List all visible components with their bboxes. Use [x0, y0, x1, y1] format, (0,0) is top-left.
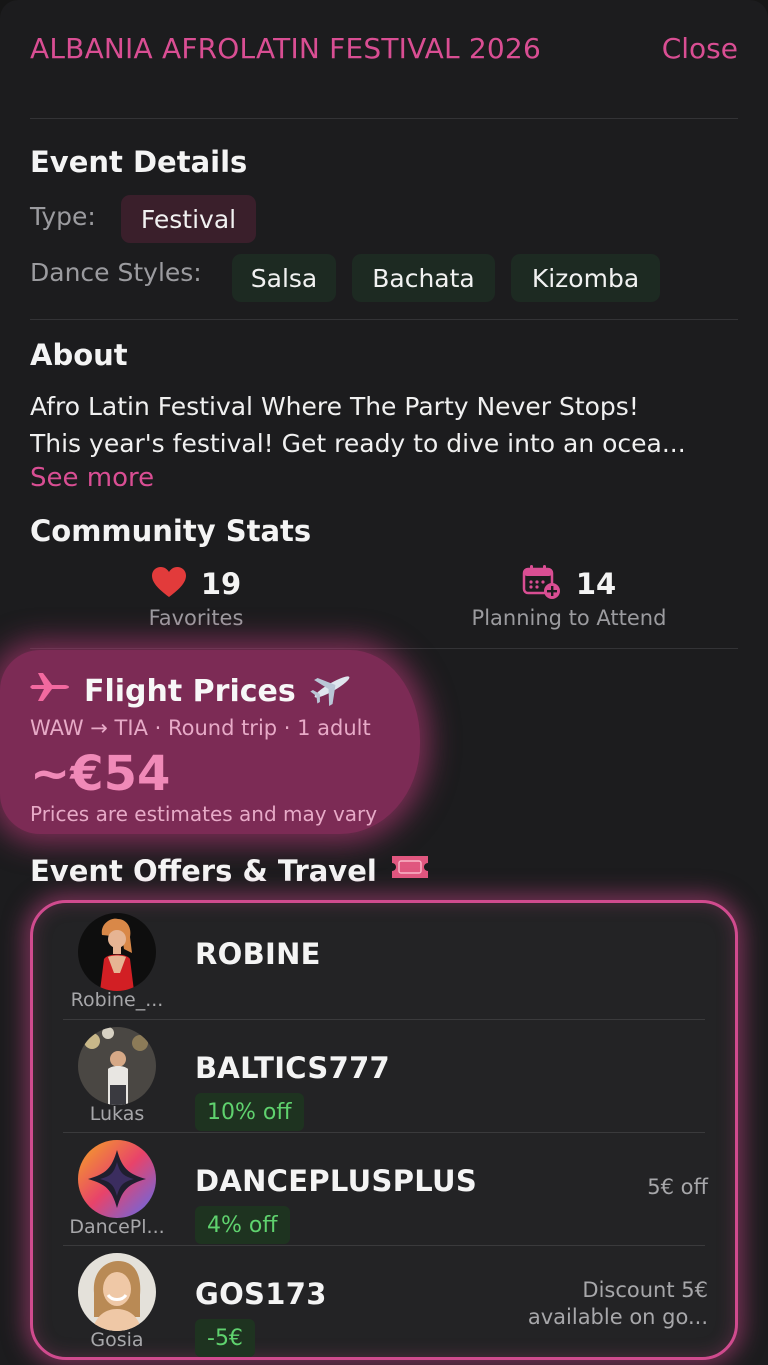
- about-line: This year's festival! Get ready to dive …: [30, 429, 686, 458]
- type-value: Festival: [140, 204, 237, 234]
- flight-title: Flight Prices: [84, 673, 296, 709]
- style-tag-salsa: Salsa: [232, 254, 336, 302]
- ticket-icon: [389, 852, 431, 889]
- heart-icon: [151, 566, 187, 602]
- divider: [63, 1132, 705, 1133]
- event-details-heading: Event Details: [30, 145, 248, 179]
- avatar-name: DancePl...: [69, 1216, 165, 1238]
- attending-count: 14: [575, 567, 617, 601]
- close-button[interactable]: Close: [662, 32, 738, 65]
- divider: [30, 648, 738, 649]
- flight-prices-heading: Flight Prices: [30, 668, 354, 714]
- favorites-stat[interactable]: 19 Favorites: [46, 566, 346, 630]
- flight-disclaimer: Prices are estimates and may vary: [30, 802, 378, 826]
- discount-badge: -5€: [195, 1319, 255, 1357]
- avatar: [78, 913, 156, 991]
- favorites-count: 19: [200, 567, 242, 601]
- offer-extra-info: 5€ off: [647, 1174, 708, 1201]
- divider: [63, 1245, 705, 1246]
- offer-code: BALTICS777: [195, 1051, 391, 1085]
- type-badge: Festival: [121, 195, 256, 243]
- see-more-link[interactable]: See more: [30, 463, 154, 493]
- type-label: Type:: [30, 202, 96, 231]
- offer-row[interactable]: DancePl... DANCEPLUSPLUS 4% off 5€ off: [33, 1134, 735, 1248]
- event-detail-sheet: ALBANIA AFROLATIN FESTIVAL 2026 Close Ev…: [0, 0, 768, 1365]
- offer-code: DANCEPLUSPLUS: [195, 1164, 478, 1198]
- event-title: ALBANIA AFROLATIN FESTIVAL 2026: [30, 31, 541, 65]
- offers-heading-label: Event Offers & Travel: [30, 853, 377, 888]
- flight-price: ~€54: [30, 746, 171, 802]
- plane-icon: [30, 671, 70, 711]
- avatar: [78, 1140, 156, 1218]
- style-tag-label: Bachata: [372, 263, 475, 293]
- offer-row[interactable]: Lukas BALTICS777 10% off: [33, 1021, 735, 1135]
- discount-badge: 10% off: [195, 1093, 304, 1131]
- avatar: [78, 1253, 156, 1331]
- header: ALBANIA AFROLATIN FESTIVAL 2026 Close: [30, 26, 738, 70]
- offer-extra-info: Discount 5€ available on go...: [528, 1277, 708, 1331]
- about-heading: About: [30, 338, 128, 372]
- offers-heading: Event Offers & Travel: [30, 852, 431, 889]
- avatar-name: Gosia: [90, 1329, 144, 1351]
- offer-row[interactable]: Robine_... ROBINE: [33, 907, 735, 1021]
- avatar-name: Robine_...: [70, 989, 164, 1011]
- calendar-add-icon: [522, 564, 562, 604]
- offer-extra-line: Discount 5€: [582, 1278, 708, 1302]
- style-tag-label: Kizomba: [531, 263, 640, 293]
- about-line: Afro Latin Festival Where The Party Neve…: [30, 392, 639, 421]
- offer-code: ROBINE: [195, 937, 321, 971]
- offer-extra-line: 5€ off: [647, 1175, 708, 1199]
- divider: [30, 319, 738, 320]
- favorites-label: Favorites: [148, 606, 244, 630]
- offers-list: Robine_... ROBINE Lukas BALTICS777 10% o…: [30, 900, 738, 1360]
- divider: [63, 1019, 705, 1020]
- flight-prices-card[interactable]: Flight Prices WAW → TIA · Round trip · 1…: [0, 650, 420, 834]
- avatar-name: Lukas: [89, 1103, 145, 1125]
- divider: [30, 118, 738, 119]
- offer-row[interactable]: Gosia GOS173 -5€ Discount 5€ available o…: [33, 1247, 735, 1357]
- style-tag-bachata: Bachata: [352, 254, 495, 302]
- attending-stat[interactable]: 14 Planning to Attend: [419, 564, 719, 630]
- attending-label: Planning to Attend: [471, 606, 667, 630]
- about-description: Afro Latin Festival Where The Party Neve…: [30, 388, 742, 462]
- offer-code: GOS173: [195, 1277, 327, 1311]
- dance-styles-label: Dance Styles:: [30, 258, 202, 287]
- community-stats-heading: Community Stats: [30, 514, 312, 548]
- airplane-emoji-icon: [310, 668, 354, 714]
- avatar: [78, 1027, 156, 1105]
- style-tag-kizomba: Kizomba: [511, 254, 660, 302]
- discount-badge: 4% off: [195, 1206, 290, 1244]
- style-tag-label: Salsa: [250, 263, 318, 293]
- offer-extra-line: available on go...: [527, 1305, 708, 1329]
- flight-route: WAW → TIA · Round trip · 1 adult: [30, 716, 371, 740]
